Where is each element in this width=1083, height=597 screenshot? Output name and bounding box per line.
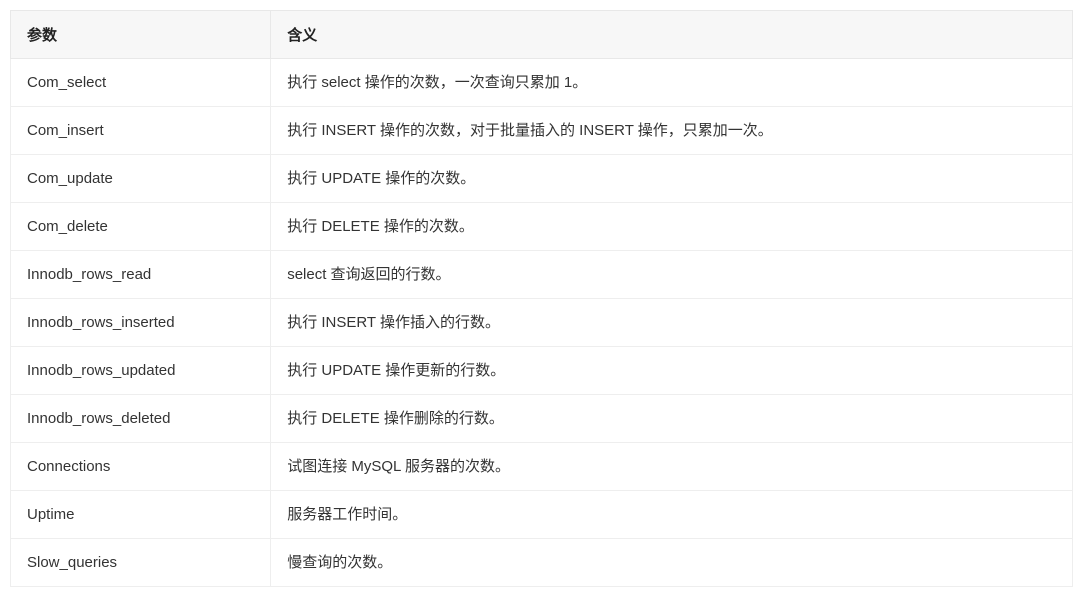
table-row: Uptime 服务器工作时间。: [11, 491, 1073, 539]
parameters-table: 参数 含义 Com_select 执行 select 操作的次数，一次查询只累加…: [10, 10, 1073, 587]
table-row: Com_insert 执行 INSERT 操作的次数，对于批量插入的 INSER…: [11, 107, 1073, 155]
table-header-row: 参数 含义: [11, 11, 1073, 59]
cell-meaning: 执行 INSERT 操作的次数，对于批量插入的 INSERT 操作，只累加一次。: [271, 107, 1073, 155]
cell-meaning: 执行 DELETE 操作的次数。: [271, 203, 1073, 251]
cell-meaning: 服务器工作时间。: [271, 491, 1073, 539]
cell-param: Slow_queries: [11, 539, 271, 587]
cell-param: Innodb_rows_updated: [11, 347, 271, 395]
header-param: 参数: [11, 11, 271, 59]
table-row: Com_update 执行 UPDATE 操作的次数。: [11, 155, 1073, 203]
table-row: Innodb_rows_updated 执行 UPDATE 操作更新的行数。: [11, 347, 1073, 395]
table-row: Innodb_rows_inserted 执行 INSERT 操作插入的行数。: [11, 299, 1073, 347]
cell-param: Innodb_rows_read: [11, 251, 271, 299]
cell-param: Innodb_rows_deleted: [11, 395, 271, 443]
cell-param: Com_update: [11, 155, 271, 203]
cell-meaning: 执行 UPDATE 操作的次数。: [271, 155, 1073, 203]
cell-meaning: 执行 DELETE 操作删除的行数。: [271, 395, 1073, 443]
cell-param: Com_select: [11, 59, 271, 107]
cell-param: Connections: [11, 443, 271, 491]
cell-param: Innodb_rows_inserted: [11, 299, 271, 347]
table-row: Com_select 执行 select 操作的次数，一次查询只累加 1。: [11, 59, 1073, 107]
cell-meaning: 试图连接 MySQL 服务器的次数。: [271, 443, 1073, 491]
cell-param: Com_insert: [11, 107, 271, 155]
cell-meaning: select 查询返回的行数。: [271, 251, 1073, 299]
cell-meaning: 执行 UPDATE 操作更新的行数。: [271, 347, 1073, 395]
cell-param: Com_delete: [11, 203, 271, 251]
cell-meaning: 执行 INSERT 操作插入的行数。: [271, 299, 1073, 347]
table-row: Innodb_rows_read select 查询返回的行数。: [11, 251, 1073, 299]
table-row: Com_delete 执行 DELETE 操作的次数。: [11, 203, 1073, 251]
table-row: Slow_queries 慢查询的次数。: [11, 539, 1073, 587]
cell-meaning: 慢查询的次数。: [271, 539, 1073, 587]
header-meaning: 含义: [271, 11, 1073, 59]
cell-meaning: 执行 select 操作的次数，一次查询只累加 1。: [271, 59, 1073, 107]
table-row: Innodb_rows_deleted 执行 DELETE 操作删除的行数。: [11, 395, 1073, 443]
cell-param: Uptime: [11, 491, 271, 539]
table-row: Connections 试图连接 MySQL 服务器的次数。: [11, 443, 1073, 491]
